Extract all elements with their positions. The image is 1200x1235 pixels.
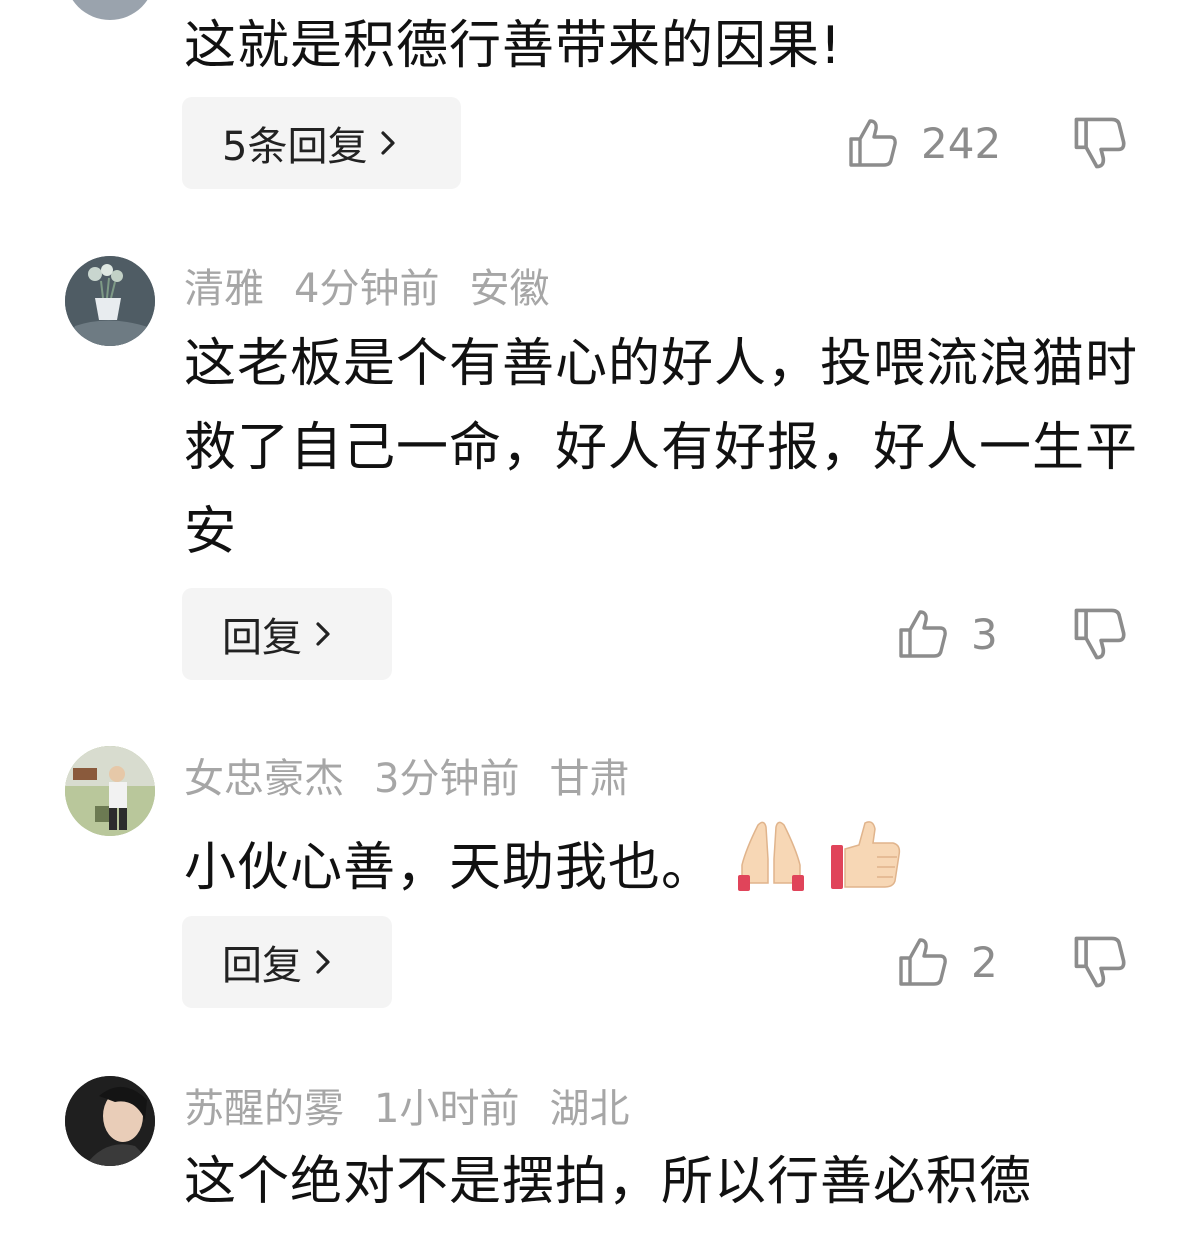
like-button[interactable]: 242 [845, 97, 1001, 189]
like-count: 3 [971, 609, 998, 659]
avatar[interactable] [65, 1076, 155, 1166]
comment-text-body: 小伙心善，天助我也。 [184, 838, 715, 898]
reply-label: 回复 [222, 615, 302, 661]
avatar-image [65, 1076, 155, 1166]
folded-hands-emoji-icon [737, 821, 804, 891]
like-button[interactable]: 2 [895, 916, 998, 1008]
avatar-image [65, 256, 155, 346]
thumbs-up-emoji-icon [831, 821, 901, 889]
thumbs-down-outline-icon[interactable] [1070, 113, 1130, 173]
comment-text: 小伙心善，天助我也。 [184, 815, 1159, 910]
comment-text: 这个绝对不是摆拍，所以行善必积德 [184, 1152, 1033, 1212]
reply-label: 回复 [222, 943, 302, 989]
timestamp: 1小时前 [374, 1086, 520, 1132]
reply-button[interactable]: 回复 [182, 588, 392, 680]
username[interactable]: 清雅 [184, 256, 264, 314]
comment-meta: 苏醒的雾 1小时前 湖北 [184, 1077, 629, 1133]
like-button[interactable]: 3 [895, 588, 998, 680]
username[interactable]: 女忠豪杰 [184, 746, 344, 804]
comment-text: 这就是积德行善带来的因果! [184, 16, 842, 76]
chevron-right-icon [381, 131, 396, 155]
username[interactable]: 苏醒的雾 [184, 1076, 344, 1134]
reply-button[interactable]: 回复 [182, 916, 392, 1008]
thumbs-up-outline-icon [899, 610, 947, 658]
location: 甘肃 [549, 756, 630, 802]
avatar-image [65, 746, 155, 836]
thumbs-up-outline-icon [849, 119, 897, 167]
chevron-right-icon [316, 950, 330, 974]
avatar[interactable] [65, 256, 155, 346]
chevron-right-icon [316, 622, 330, 646]
like-count: 2 [971, 937, 998, 987]
comment-meta: 清雅 4分钟前 安徽 [184, 257, 549, 313]
avatar[interactable] [65, 746, 155, 836]
timestamp: 3分钟前 [374, 756, 520, 802]
avatar[interactable] [65, 0, 155, 20]
thumbs-up-outline-icon [899, 938, 947, 986]
location: 湖北 [549, 1086, 630, 1132]
like-count: 242 [921, 118, 1002, 168]
comment-text: 这老板是个有善心的好人，投喂流浪猫时救了自己一命，好人有好报，好人一生平安 [184, 334, 1139, 562]
thumbs-down-outline-icon[interactable] [1070, 932, 1130, 992]
thumbs-down-outline-icon[interactable] [1070, 604, 1130, 664]
timestamp: 4分钟前 [294, 266, 440, 312]
comment-meta: 女忠豪杰 3分钟前 甘肃 [184, 747, 629, 803]
location: 安徽 [469, 266, 550, 312]
view-replies-button[interactable]: 5条回复 [182, 97, 461, 189]
reply-label: 5条回复 [222, 124, 368, 170]
